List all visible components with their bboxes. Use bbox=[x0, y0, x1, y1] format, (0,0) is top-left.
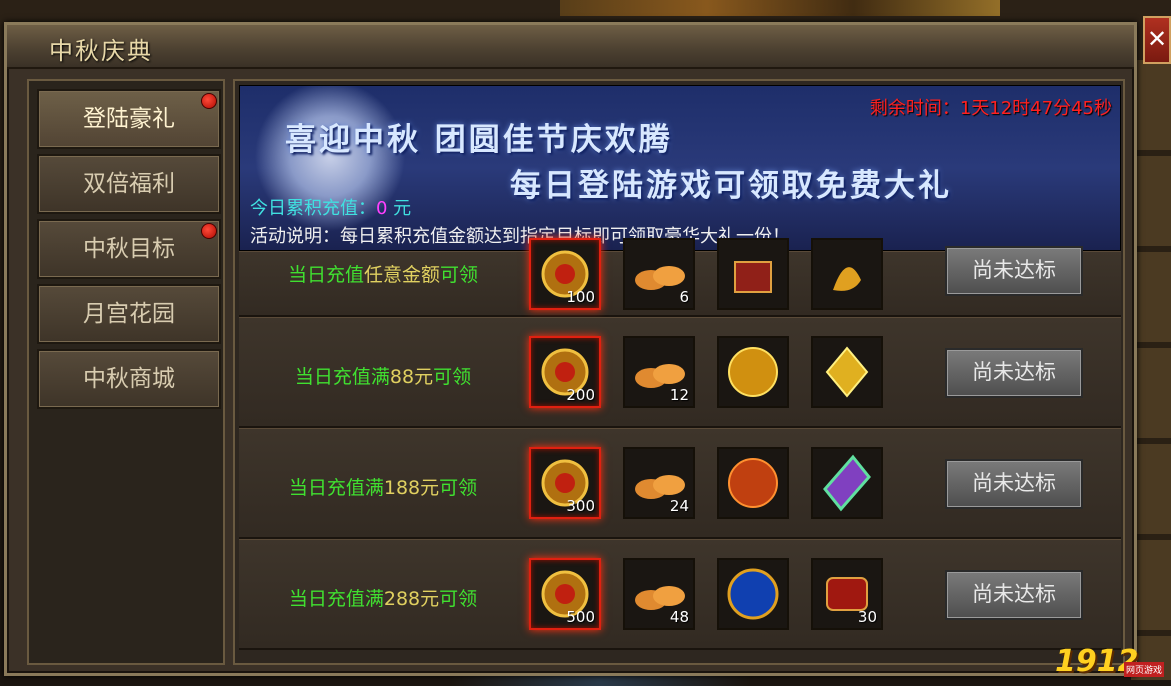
notification-dot bbox=[201, 93, 217, 109]
site-logo-subtitle: 网页游戏 bbox=[1124, 662, 1165, 677]
claim-button[interactable]: 尚未达标 bbox=[945, 348, 1083, 398]
token-icon[interactable]: 200 bbox=[529, 336, 601, 408]
reward-row: 当日充值满88元可领 200 12 尚未达标 bbox=[239, 317, 1121, 428]
gold-ornament-icon[interactable] bbox=[811, 238, 883, 310]
banner-slogan-1: 喜迎中秋 团圆佳节庆欢腾 bbox=[285, 122, 673, 158]
reward-condition: 当日充值满188元可领 bbox=[288, 477, 478, 499]
tab-label: 中秋商城 bbox=[83, 366, 175, 392]
recharge-label: 今日累积充值： bbox=[250, 198, 376, 219]
fire-orb-icon[interactable] bbox=[717, 447, 789, 519]
tab-label: 中秋目标 bbox=[83, 236, 175, 262]
claim-button[interactable]: 尚未达标 bbox=[945, 246, 1083, 296]
token-icon[interactable]: 100 bbox=[529, 238, 601, 310]
recharge-unit: 元 bbox=[387, 198, 412, 219]
claim-button[interactable]: 尚未达标 bbox=[945, 570, 1083, 620]
window-title: 中秋庆典 bbox=[49, 37, 153, 65]
tab-login-gift[interactable]: 登陆豪礼 bbox=[37, 89, 221, 149]
mooncake-icon[interactable]: 48 bbox=[623, 558, 695, 630]
notification-dot bbox=[201, 223, 217, 239]
reward-row: 当日充值满288元可领 500 48 30 尚未达标 bbox=[239, 539, 1121, 650]
blue-orb-icon[interactable] bbox=[717, 558, 789, 630]
tab-double-bonus[interactable]: 双倍福利 bbox=[37, 154, 221, 214]
mooncake-icon[interactable]: 6 bbox=[623, 238, 695, 310]
tab-moon-palace-garden[interactable]: 月宫花园 bbox=[37, 284, 221, 344]
event-window: 中秋庆典 登陆豪礼 双倍福利 中秋目标 月宫花园 中秋商城 喜迎中秋 团圆佳节庆… bbox=[4, 22, 1137, 676]
window-titlebar: 中秋庆典 bbox=[7, 25, 1134, 69]
reward-condition: 当日充值满288元可领 bbox=[288, 588, 478, 610]
tab-label: 月宫花园 bbox=[83, 301, 175, 327]
treasure-chest-icon[interactable] bbox=[717, 238, 789, 310]
event-banner: 喜迎中秋 团圆佳节庆欢腾 每日登陆游戏可领取免费大礼 剩余时间：1天12时47分… bbox=[239, 85, 1121, 251]
tab-midautumn-shop[interactable]: 中秋商城 bbox=[37, 349, 221, 409]
token-icon[interactable]: 300 bbox=[529, 447, 601, 519]
event-sidebar: 登陆豪礼 双倍福利 中秋目标 月宫花园 中秋商城 bbox=[27, 79, 225, 665]
gold-orb-icon[interactable] bbox=[717, 336, 789, 408]
reward-row: 当日充值满188元可领 300 24 尚未达标 bbox=[239, 428, 1121, 539]
token-icon[interactable]: 500 bbox=[529, 558, 601, 630]
reward-row: 当日充值任意金额可领 100 6 尚未达标 bbox=[239, 238, 1121, 317]
rainbow-gem-icon[interactable] bbox=[811, 447, 883, 519]
countdown-timer: 剩余时间：1天12时47分45秒 bbox=[869, 98, 1112, 119]
event-description: 活动说明：每日累积充值金额达到指定目标即可领取豪华大礼一份！ bbox=[250, 226, 790, 247]
claim-button[interactable]: 尚未达标 bbox=[945, 459, 1083, 509]
reward-list: 当日充值任意金额可领 100 6 尚未达标 当日充值满88元可领 200 12 … bbox=[239, 238, 1121, 650]
reward-condition: 当日充值任意金额可领 bbox=[287, 264, 479, 286]
tab-label: 双倍福利 bbox=[83, 171, 175, 197]
banner-slogan-2: 每日登陆游戏可领取免费大礼 bbox=[510, 168, 952, 204]
gold-crystal-icon[interactable] bbox=[811, 336, 883, 408]
recharge-value: 0 bbox=[376, 198, 388, 219]
mooncake-icon[interactable]: 24 bbox=[623, 447, 695, 519]
mooncake-icon[interactable]: 12 bbox=[623, 336, 695, 408]
reward-condition: 当日充值满88元可领 bbox=[294, 366, 472, 388]
background-decoration-top bbox=[560, 0, 1000, 16]
tab-label: 登陆豪礼 bbox=[83, 106, 175, 132]
daily-recharge: 今日累积充值：0 元 bbox=[250, 194, 411, 220]
tab-midautumn-goals[interactable]: 中秋目标 bbox=[37, 219, 221, 279]
red-scroll-icon[interactable]: 30 bbox=[811, 558, 883, 630]
background-side-strip bbox=[1131, 60, 1171, 680]
close-button[interactable]: ✕ bbox=[1143, 16, 1171, 64]
event-content: 喜迎中秋 团圆佳节庆欢腾 每日登陆游戏可领取免费大礼 剩余时间：1天12时47分… bbox=[233, 79, 1125, 665]
